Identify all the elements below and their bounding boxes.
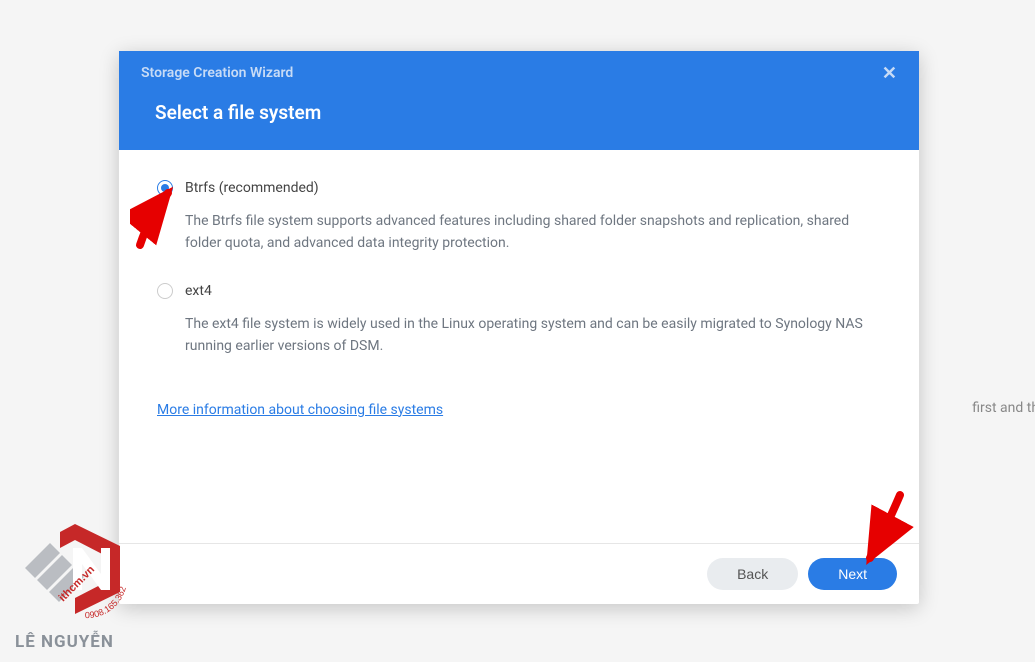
radio-dot-icon [161,184,169,192]
back-button[interactable]: Back [707,558,798,590]
modal-body: Btrfs (recommended) The Btrfs file syste… [119,150,919,543]
radio-circle-icon [157,180,173,196]
modal-title-bar: Select a file system [119,83,919,150]
radio-label-ext4: ext4 [185,283,212,299]
radio-label-btrfs: Btrfs (recommended) [185,180,319,196]
modal-footer: Back Next [119,543,919,604]
storage-wizard-modal: Storage Creation Wizard ✕ Select a file … [119,51,919,604]
watermark-brand: LÊ NGUYỄN [15,632,165,652]
background-page-text: first and then c [972,400,1035,416]
radio-desc-btrfs: The Btrfs file system supports advanced … [185,210,881,255]
option-btrfs: Btrfs (recommended) The Btrfs file syste… [157,180,881,255]
radio-desc-ext4: The ext4 file system is widely used in t… [185,313,881,358]
watermark-domain: ithcm.vn [57,563,98,604]
next-button[interactable]: Next [808,558,897,590]
close-icon[interactable]: ✕ [882,65,897,83]
radio-ext4[interactable]: ext4 [157,283,881,299]
more-info-link[interactable]: More information about choosing file sys… [157,402,443,418]
modal-header-bar: Storage Creation Wizard ✕ [119,51,919,83]
radio-circle-icon [157,283,173,299]
radio-btrfs[interactable]: Btrfs (recommended) [157,180,881,196]
option-ext4: ext4 The ext4 file system is widely used… [157,283,881,358]
page-title: Select a file system [155,101,883,124]
wizard-name: Storage Creation Wizard [141,65,293,81]
